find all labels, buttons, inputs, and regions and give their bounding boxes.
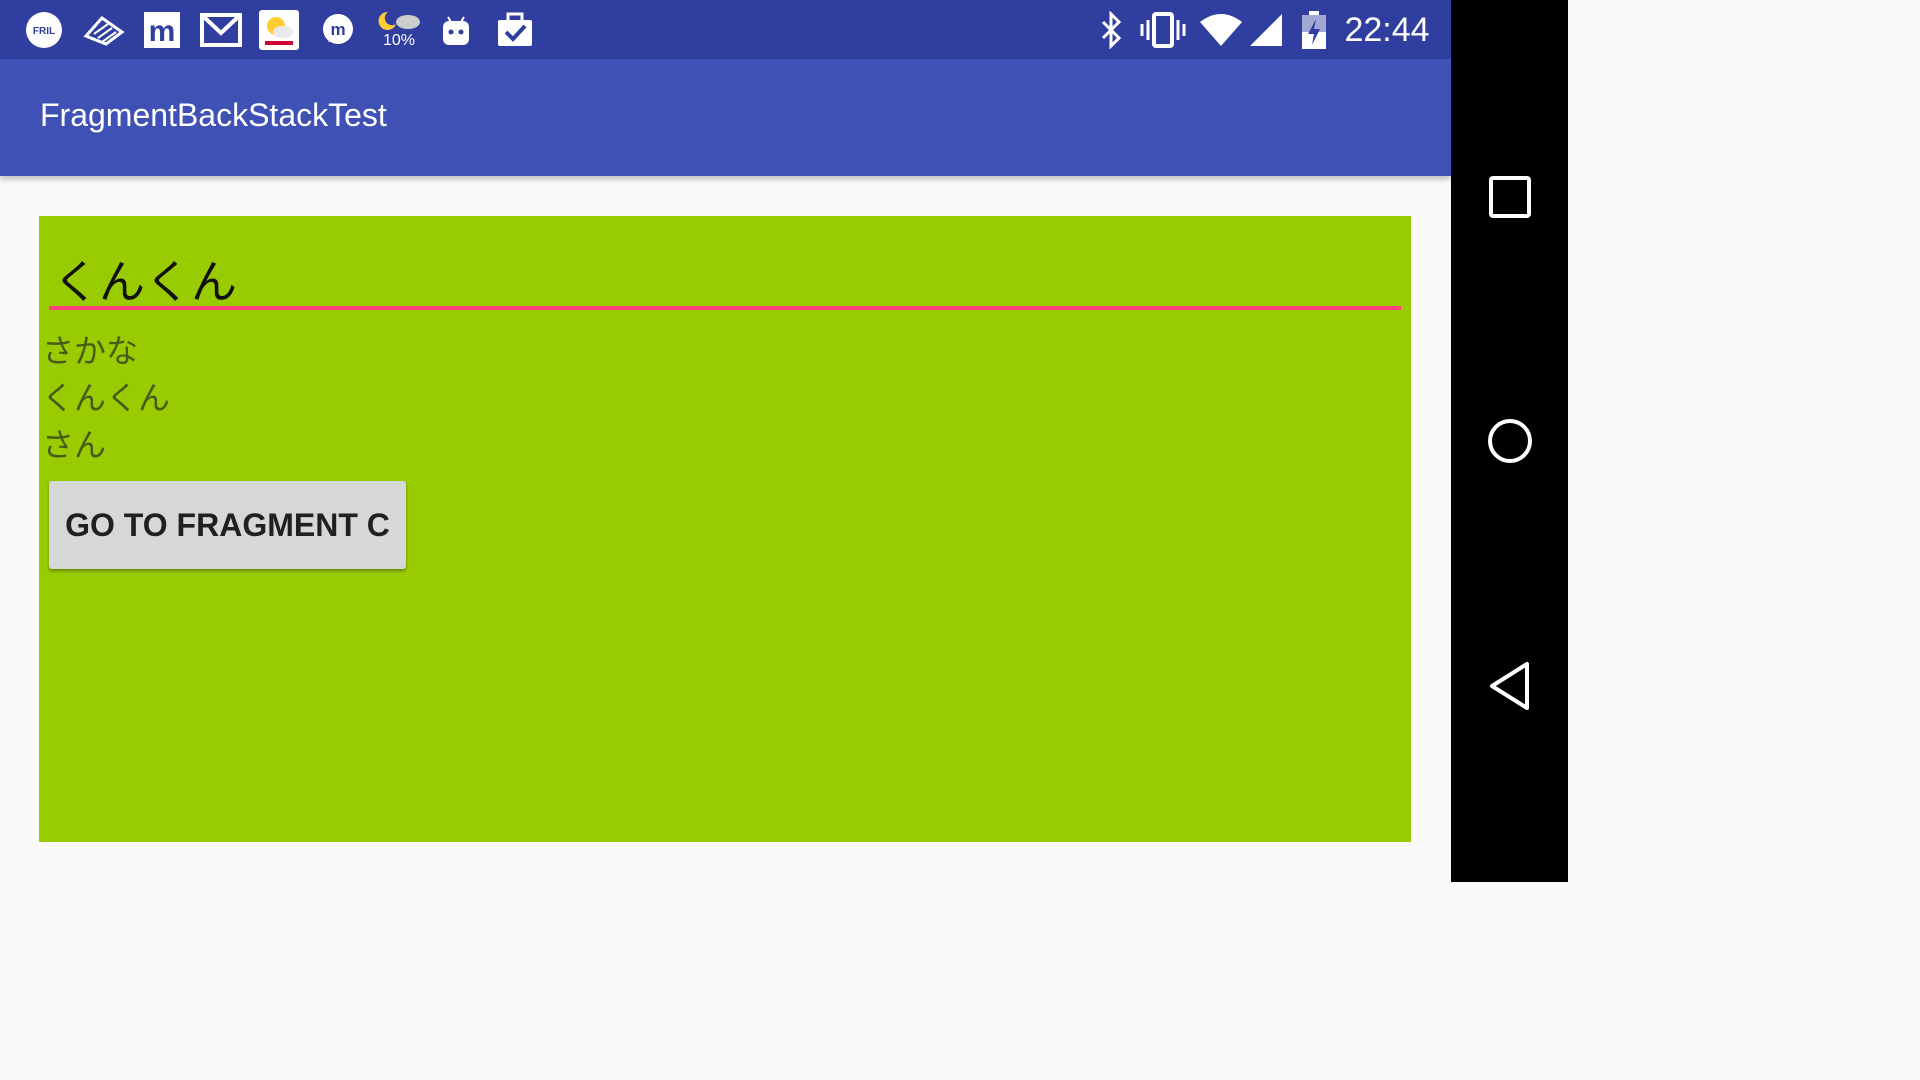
circle-icon xyxy=(1488,419,1532,463)
messenger-icon: m xyxy=(320,10,356,50)
history-item: くんくん xyxy=(42,379,171,417)
input-underline xyxy=(49,306,1401,310)
gmail-icon xyxy=(200,10,242,50)
app-title: FragmentBackStackTest xyxy=(40,97,387,133)
navigation-bar xyxy=(1451,0,1568,882)
app-bar: FragmentBackStackTest xyxy=(0,59,1451,176)
text-input-value[interactable]: くんくん xyxy=(53,246,237,312)
fragment-container: くんくん さかな くんくん さん GO TO FRAGMENT C xyxy=(39,216,1411,842)
go-to-fragment-c-button[interactable]: GO TO FRAGMENT C xyxy=(49,481,406,569)
svg-text:m: m xyxy=(330,20,345,39)
square-icon xyxy=(1489,176,1531,218)
clipboard-check-icon xyxy=(496,10,534,50)
vibrate-icon xyxy=(1140,10,1186,50)
history-list: さかな くんくん さん xyxy=(42,328,170,469)
status-time: 22:44 xyxy=(1344,10,1430,49)
cell-signal-icon xyxy=(1248,10,1284,50)
status-bar: FRIL m m 10% 22:44 xyxy=(0,0,1451,59)
text-input-field[interactable]: くんくん xyxy=(49,238,1401,310)
history-item: さん xyxy=(42,426,107,464)
zebra-app-icon xyxy=(82,10,126,50)
svg-text:m: m xyxy=(149,15,176,48)
weather-night-cloud-icon: 10% xyxy=(376,10,422,50)
wifi-icon xyxy=(1198,10,1244,50)
recents-button[interactable] xyxy=(1486,173,1534,221)
svg-text:FRIL: FRIL xyxy=(33,26,55,37)
back-triangle-icon xyxy=(1490,662,1529,710)
back-button[interactable] xyxy=(1487,660,1533,712)
home-button[interactable] xyxy=(1485,416,1535,466)
battery-charging-icon xyxy=(1300,10,1328,50)
bluetooth-icon xyxy=(1096,10,1126,50)
weather-percent: 10% xyxy=(382,32,416,49)
fril-icon: FRIL xyxy=(24,10,64,50)
history-item: さかな xyxy=(42,332,139,370)
android-debug-icon xyxy=(440,10,472,50)
mercari-icon: m xyxy=(142,10,182,50)
yahoo-weather-icon xyxy=(259,10,299,50)
